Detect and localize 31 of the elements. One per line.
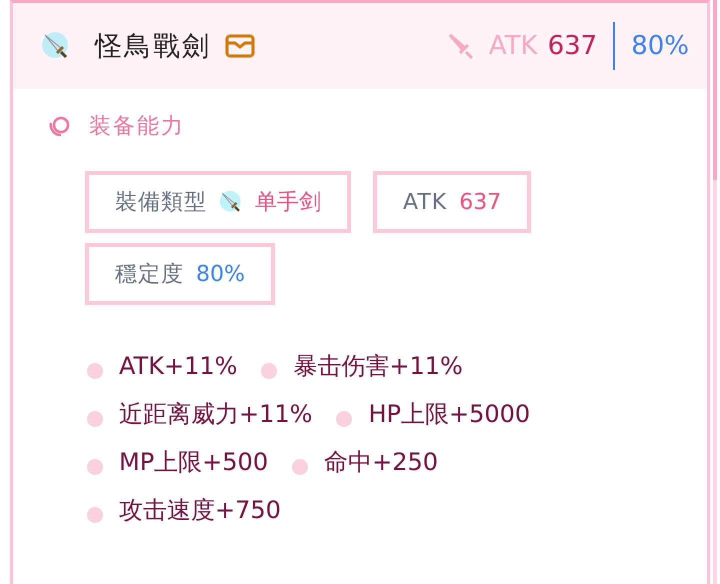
atk-label: ATK xyxy=(488,31,538,61)
sword-icon xyxy=(446,32,475,60)
sword-icon xyxy=(41,31,71,61)
bullet-dot xyxy=(292,459,308,475)
chip-label: ATK xyxy=(403,190,448,214)
chip-label: 穩定度 xyxy=(115,261,184,289)
chip-label: 裝備類型 xyxy=(115,189,207,217)
stat-bonus: HP上限+5000 xyxy=(368,399,530,430)
stat-bonus: 暴击伤害+11% xyxy=(293,351,463,382)
bullet-dot xyxy=(261,363,278,379)
bullet-dot xyxy=(87,411,103,427)
bullet-dot xyxy=(87,459,103,475)
stat-bonus: MP上限+500 xyxy=(119,447,268,478)
stability-value: 80% xyxy=(631,31,689,61)
bullet-dot xyxy=(87,363,103,379)
chip-value: 637 xyxy=(459,190,502,214)
section-title: 装备能力 xyxy=(89,113,185,141)
stat-bonus: 命中+250 xyxy=(324,447,438,478)
stat-bonus: 近距离威力+11% xyxy=(119,399,312,430)
item-title: 怪鳥戰劍 xyxy=(95,30,211,64)
chip-value: 单手剑 xyxy=(255,189,321,217)
ring-icon xyxy=(47,115,71,137)
bullet-dot xyxy=(336,411,352,427)
sword-icon xyxy=(219,190,243,214)
scrollbar-thumb[interactable] xyxy=(713,0,717,180)
stat-bonus: 攻击速度+750 xyxy=(119,495,281,526)
atk-value: 637 xyxy=(548,31,598,61)
stat-bonus: ATK+11% xyxy=(119,352,238,380)
chip-value: 80% xyxy=(196,262,245,286)
bullet-dot xyxy=(87,507,103,523)
chest-icon[interactable] xyxy=(225,34,255,58)
